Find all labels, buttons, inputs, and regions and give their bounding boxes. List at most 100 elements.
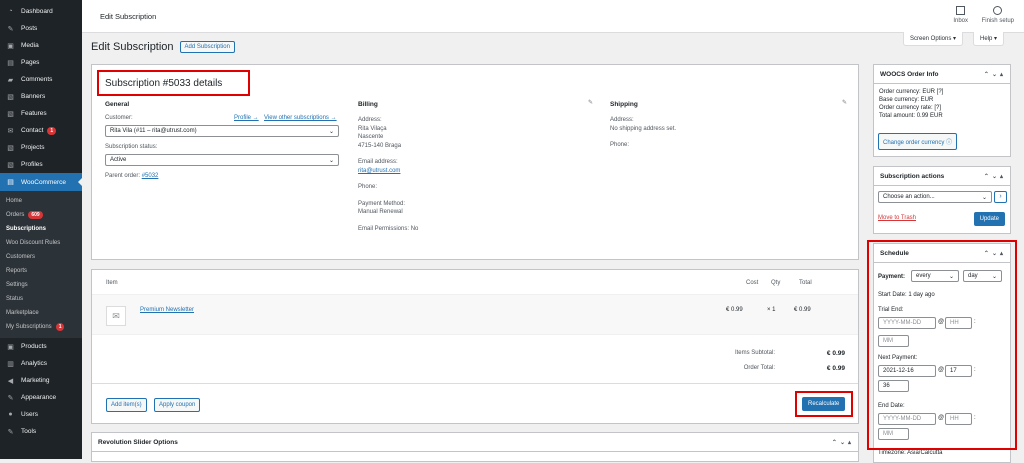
submenu-item[interactable]: Orders 609 [0, 208, 82, 222]
billing-address-line: 4715-140 Braga [358, 142, 402, 149]
submenu-item[interactable]: Woo Discount Rules [0, 236, 82, 250]
slider-header: Revolution Slider Options ⌃⌄▴ [92, 433, 858, 452]
customer-label: Customer: [105, 115, 133, 121]
item-cost: € 0.99 [726, 307, 743, 313]
highlight-recalculate [795, 391, 853, 417]
arrow-right-icon: › [999, 193, 1002, 200]
panel-controls[interactable]: ⌃⌄▴ [832, 439, 854, 446]
woocs-header: WOOCS Order Info ⌃⌄▴ [874, 65, 1010, 84]
comments-icon: ▰ [7, 76, 14, 84]
sidebar-item-posts[interactable]: ✎ Posts [0, 20, 82, 37]
apply-action-button[interactable]: › [994, 191, 1007, 203]
woocs-panel: WOOCS Order Info ⌃⌄▴ Order currency: EUR… [873, 64, 1011, 157]
sidebar-item-banners[interactable]: ▧ Banners [0, 88, 82, 105]
count-badge: 1 [47, 126, 57, 135]
submenu-item-label: Home [6, 198, 23, 204]
sidebar-item-label: Analytics [21, 360, 48, 367]
sidebar-item-label: Appearance [21, 394, 57, 401]
sidebar-item-label: Banners [21, 93, 46, 100]
move-to-trash-link[interactable]: Move to Trash [878, 215, 916, 221]
items-subtotal-label: Items Subtotal: [734, 350, 775, 356]
col-cost: Cost [746, 280, 759, 286]
shipping-heading: Shipping [610, 101, 638, 108]
submenu-item-label: Orders [6, 212, 25, 218]
item-name-link[interactable]: Premium Newsletter [140, 307, 194, 313]
submenu-item[interactable]: Marketplace [0, 306, 82, 320]
submenu-item-label: Reports [6, 268, 28, 274]
billing-address-label: Address: [358, 117, 382, 123]
sidebar-item-label: Marketing [21, 377, 50, 384]
customer-select[interactable]: Rita Vila (#11 – rita@utrust.com) ⌄ [105, 125, 339, 137]
revolution-slider-panel: Revolution Slider Options ⌃⌄▴ [91, 432, 859, 462]
sidebar-item-label: Profiles [21, 161, 43, 168]
other-subscriptions-link[interactable]: View other subscriptions → [264, 115, 337, 121]
sidebar-item-tools[interactable]: ✎ Tools [0, 423, 82, 440]
woocs-line: Order currency: EUR [?] [879, 89, 944, 95]
submenu-item[interactable]: My Subscriptions 1 [0, 320, 82, 334]
add-items-button[interactable]: Add item(s) [106, 398, 147, 412]
status-select[interactable]: Active ⌄ [105, 154, 339, 166]
sidebar-item-label: Products [21, 343, 47, 350]
submenu-item[interactable]: Subscriptions [0, 222, 82, 236]
slider-title: Revolution Slider Options [98, 438, 178, 446]
page-heading: Edit Subscription Add Subscription [91, 41, 235, 53]
sidebar-item-products[interactable]: ▣ Products [0, 338, 82, 355]
edit-billing-icon[interactable]: ✎ [588, 99, 593, 106]
sidebar-item-label: Media [21, 42, 39, 49]
woocs-line: Total amount: 0.99 EUR [879, 113, 943, 119]
chevron-down-icon: ⌄ [328, 128, 334, 135]
panel-controls[interactable]: ⌃⌄▴ [984, 173, 1006, 180]
add-subscription-button[interactable]: Add Subscription [179, 41, 235, 53]
sidebar-item-dashboard[interactable]: ◔ Dashboard [0, 3, 82, 20]
woocommerce-icon: ▤ [7, 179, 14, 186]
apply-coupon-button[interactable]: Apply coupon [154, 398, 201, 412]
sidebar-item-pages[interactable]: ▤ Pages [0, 54, 82, 71]
sidebar-item-label: Posts [21, 25, 38, 32]
item-qty: × 1 [767, 307, 776, 313]
sidebar-item-contact[interactable]: ✉ Contact 1 [0, 122, 82, 139]
sidebar-item-users[interactable]: ● Users [0, 406, 82, 423]
sidebar-item-media[interactable]: ▣ Media [0, 37, 82, 54]
help-button[interactable]: Help ▾ [973, 32, 1005, 46]
sidebar-item-analytics[interactable]: ▥ Analytics [0, 355, 82, 372]
sidebar-item-comments[interactable]: ▰ Comments [0, 71, 82, 88]
screen-options-button[interactable]: Screen Options ▾ [903, 32, 964, 46]
profile-link[interactable]: Profile → [234, 115, 259, 121]
submenu-item[interactable]: Customers [0, 250, 82, 264]
submenu-item[interactable]: Reports [0, 264, 82, 278]
submenu-item[interactable]: Status [0, 292, 82, 306]
panel-controls[interactable]: ⌃⌄▴ [984, 71, 1006, 78]
parent-order-link[interactable]: #5032 [142, 173, 159, 179]
edit-shipping-icon[interactable]: ✎ [842, 99, 847, 106]
finish-setup-button[interactable]: Finish setup [982, 6, 1014, 24]
table-row: ✉ Premium Newsletter € 0.99 × 1 € 0.99 [92, 295, 858, 335]
submenu-item-label: Subscriptions [6, 226, 47, 232]
email-permissions: Email Permissions: No [358, 225, 558, 234]
subscription-actions-panel: Subscription actions ⌃⌄▴ Choose an actio… [873, 166, 1011, 234]
billing-email-link[interactable]: rita@utrust.com [358, 167, 558, 176]
product-image-icon: ✉ [106, 306, 126, 326]
profiles-icon: ▧ [7, 161, 14, 169]
sidebar-item-appearance[interactable]: ✎ Appearance [0, 389, 82, 406]
update-button[interactable]: Update [973, 212, 1005, 226]
inbox-button[interactable]: Inbox [953, 6, 968, 24]
shipping-address-value: No shipping address set. [610, 125, 677, 132]
sidebar-item-projects[interactable]: ▧ Projects [0, 139, 82, 156]
sidebar-item-marketing[interactable]: ◀ Marketing [0, 372, 82, 389]
sidebar-item-woocommerce[interactable]: ▤ WooCommerce [0, 173, 82, 191]
change-currency-button[interactable]: Change order currency ⓘ [878, 133, 958, 150]
status-label: Subscription status: [105, 144, 158, 150]
item-total: € 0.99 [794, 307, 811, 313]
sidebar-item-label: Tools [21, 428, 37, 435]
submenu-item[interactable]: Home [0, 194, 82, 208]
woocs-title: WOOCS Order Info [880, 70, 939, 78]
submenu-item[interactable]: Settings [0, 278, 82, 292]
action-select[interactable]: Choose an action... ⌄ [878, 191, 992, 203]
billing-address-line: Nascente [358, 134, 384, 140]
sidebar-item-profiles[interactable]: ▧ Profiles [0, 156, 82, 173]
submenu-item-label: Status [6, 296, 24, 302]
submenu-item-label: My Subscriptions [6, 324, 52, 330]
sidebar-item-features[interactable]: ▧ Features [0, 105, 82, 122]
col-total: Total [799, 280, 812, 286]
change-currency-label: Change order currency [883, 140, 945, 146]
